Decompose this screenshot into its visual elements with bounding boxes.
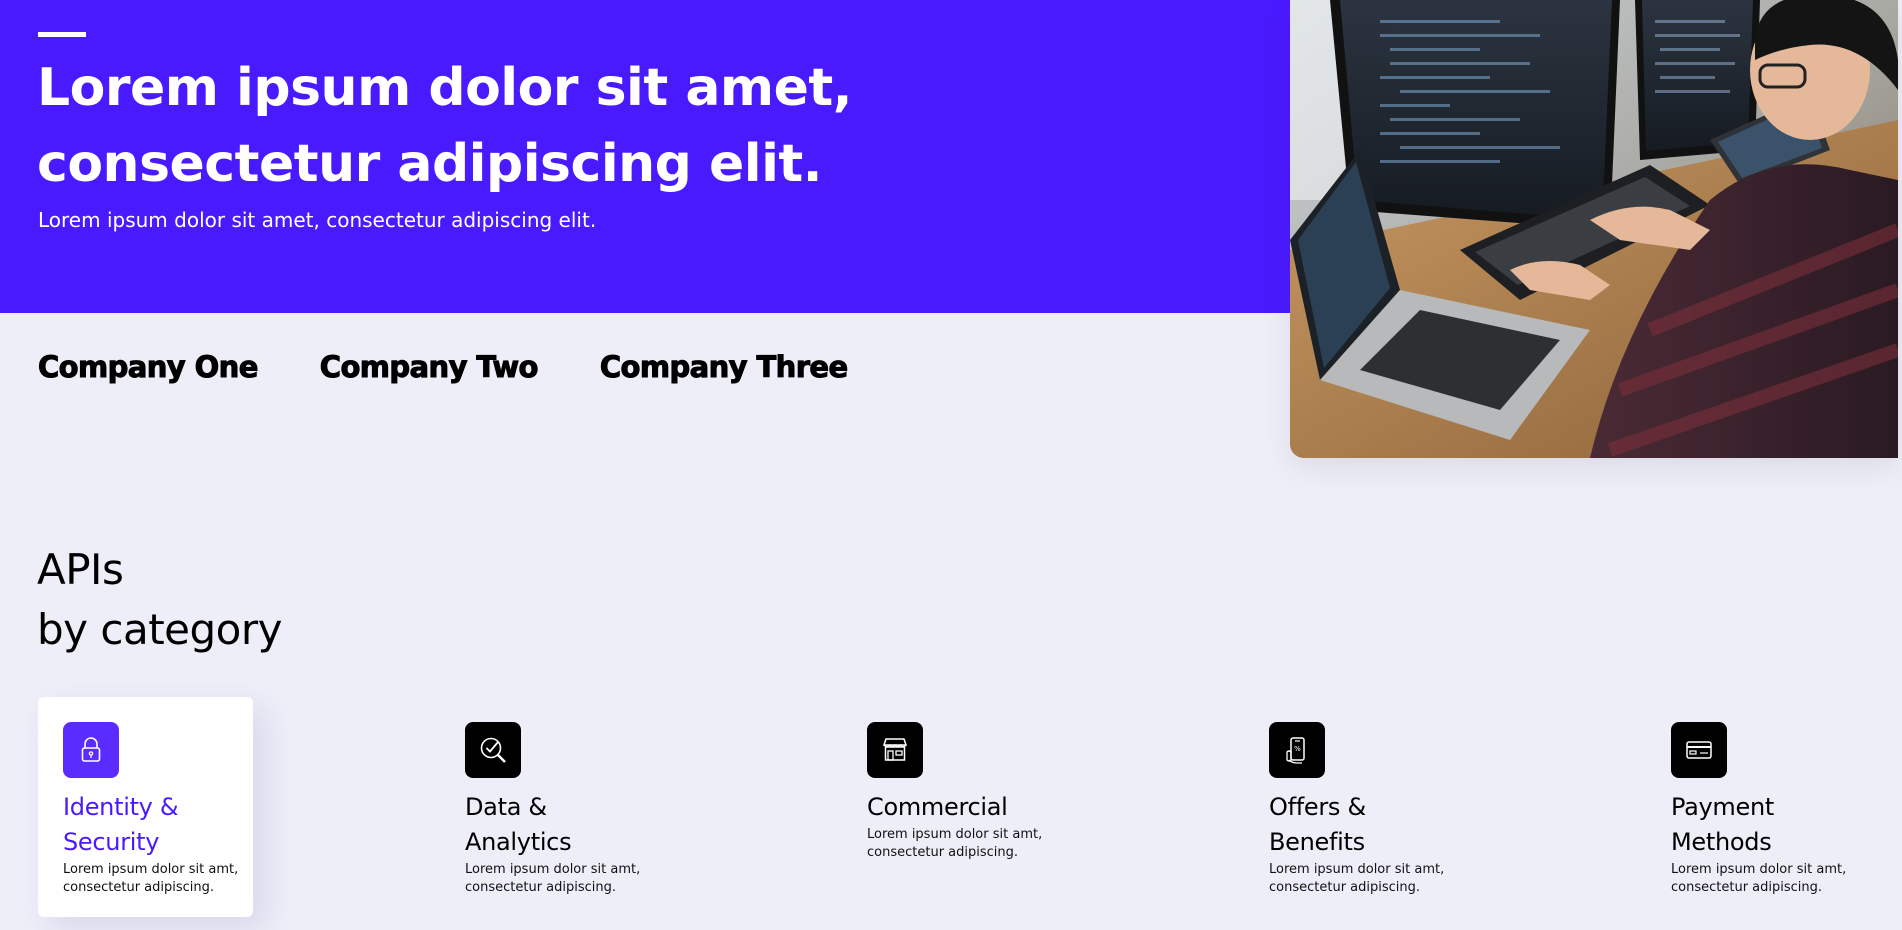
storefront-icon xyxy=(867,722,923,778)
mobile-offer-icon: % xyxy=(1269,722,1325,778)
hero-subtitle: Lorem ipsum dolor sit amet, consectetur … xyxy=(38,208,597,232)
category-description: Lorem ipsum dolor sit amt, consectetur a… xyxy=(867,827,1043,860)
category-payment-methods[interactable]: Payment Methods Lorem ipsum dolor sit am… xyxy=(1646,697,1861,917)
apis-section-heading: APIs by category xyxy=(37,540,282,660)
apis-heading-line-2: by category xyxy=(37,605,282,654)
category-title: Data & Analytics xyxy=(465,793,572,856)
hero-title: Lorem ipsum dolor sit amet, consectetur … xyxy=(37,50,937,202)
company-logo-one: Company One xyxy=(38,350,259,385)
category-description: Lorem ipsum dolor sit amt, consectetur a… xyxy=(63,862,239,895)
category-description: Lorem ipsum dolor sit amt, consectetur a… xyxy=(1671,862,1847,895)
apis-heading-line-1: APIs xyxy=(37,545,124,594)
category-data-analytics[interactable]: Data & Analytics Lorem ipsum dolor sit a… xyxy=(440,697,655,917)
category-title: Identity & Security xyxy=(63,793,179,856)
category-title: Payment Methods xyxy=(1671,793,1774,856)
magnifier-check-icon xyxy=(465,722,521,778)
company-logo-three: Company Three xyxy=(599,350,848,385)
category-title: Commercial xyxy=(867,793,1008,821)
lock-icon xyxy=(63,722,119,778)
company-logos: Company One Company Two Company Three xyxy=(38,350,849,385)
category-offers-benefits[interactable]: % Offers & Benefits Lorem ipsum dolor si… xyxy=(1244,697,1459,917)
category-commercial[interactable]: Commercial Lorem ipsum dolor sit amt, co… xyxy=(842,697,1057,917)
hero-accent-line xyxy=(38,32,86,37)
company-logo-two: Company Two xyxy=(319,350,539,385)
svg-text:%: % xyxy=(1294,745,1301,753)
category-description: Lorem ipsum dolor sit amt, consectetur a… xyxy=(465,862,641,895)
developer-photo xyxy=(1290,0,1898,458)
api-categories: Identity & Security Lorem ipsum dolor si… xyxy=(38,697,1898,917)
category-title: Offers & Benefits xyxy=(1269,793,1366,856)
hero-title-line-1: Lorem ipsum dolor sit amet, xyxy=(37,58,853,118)
hero-title-line-2: consectetur adipiscing elit. xyxy=(37,134,823,194)
category-description: Lorem ipsum dolor sit amt, consectetur a… xyxy=(1269,862,1445,895)
category-identity-security[interactable]: Identity & Security Lorem ipsum dolor si… xyxy=(38,697,253,917)
credit-card-icon xyxy=(1671,722,1727,778)
hero-banner: Lorem ipsum dolor sit amet, consectetur … xyxy=(0,0,1290,313)
